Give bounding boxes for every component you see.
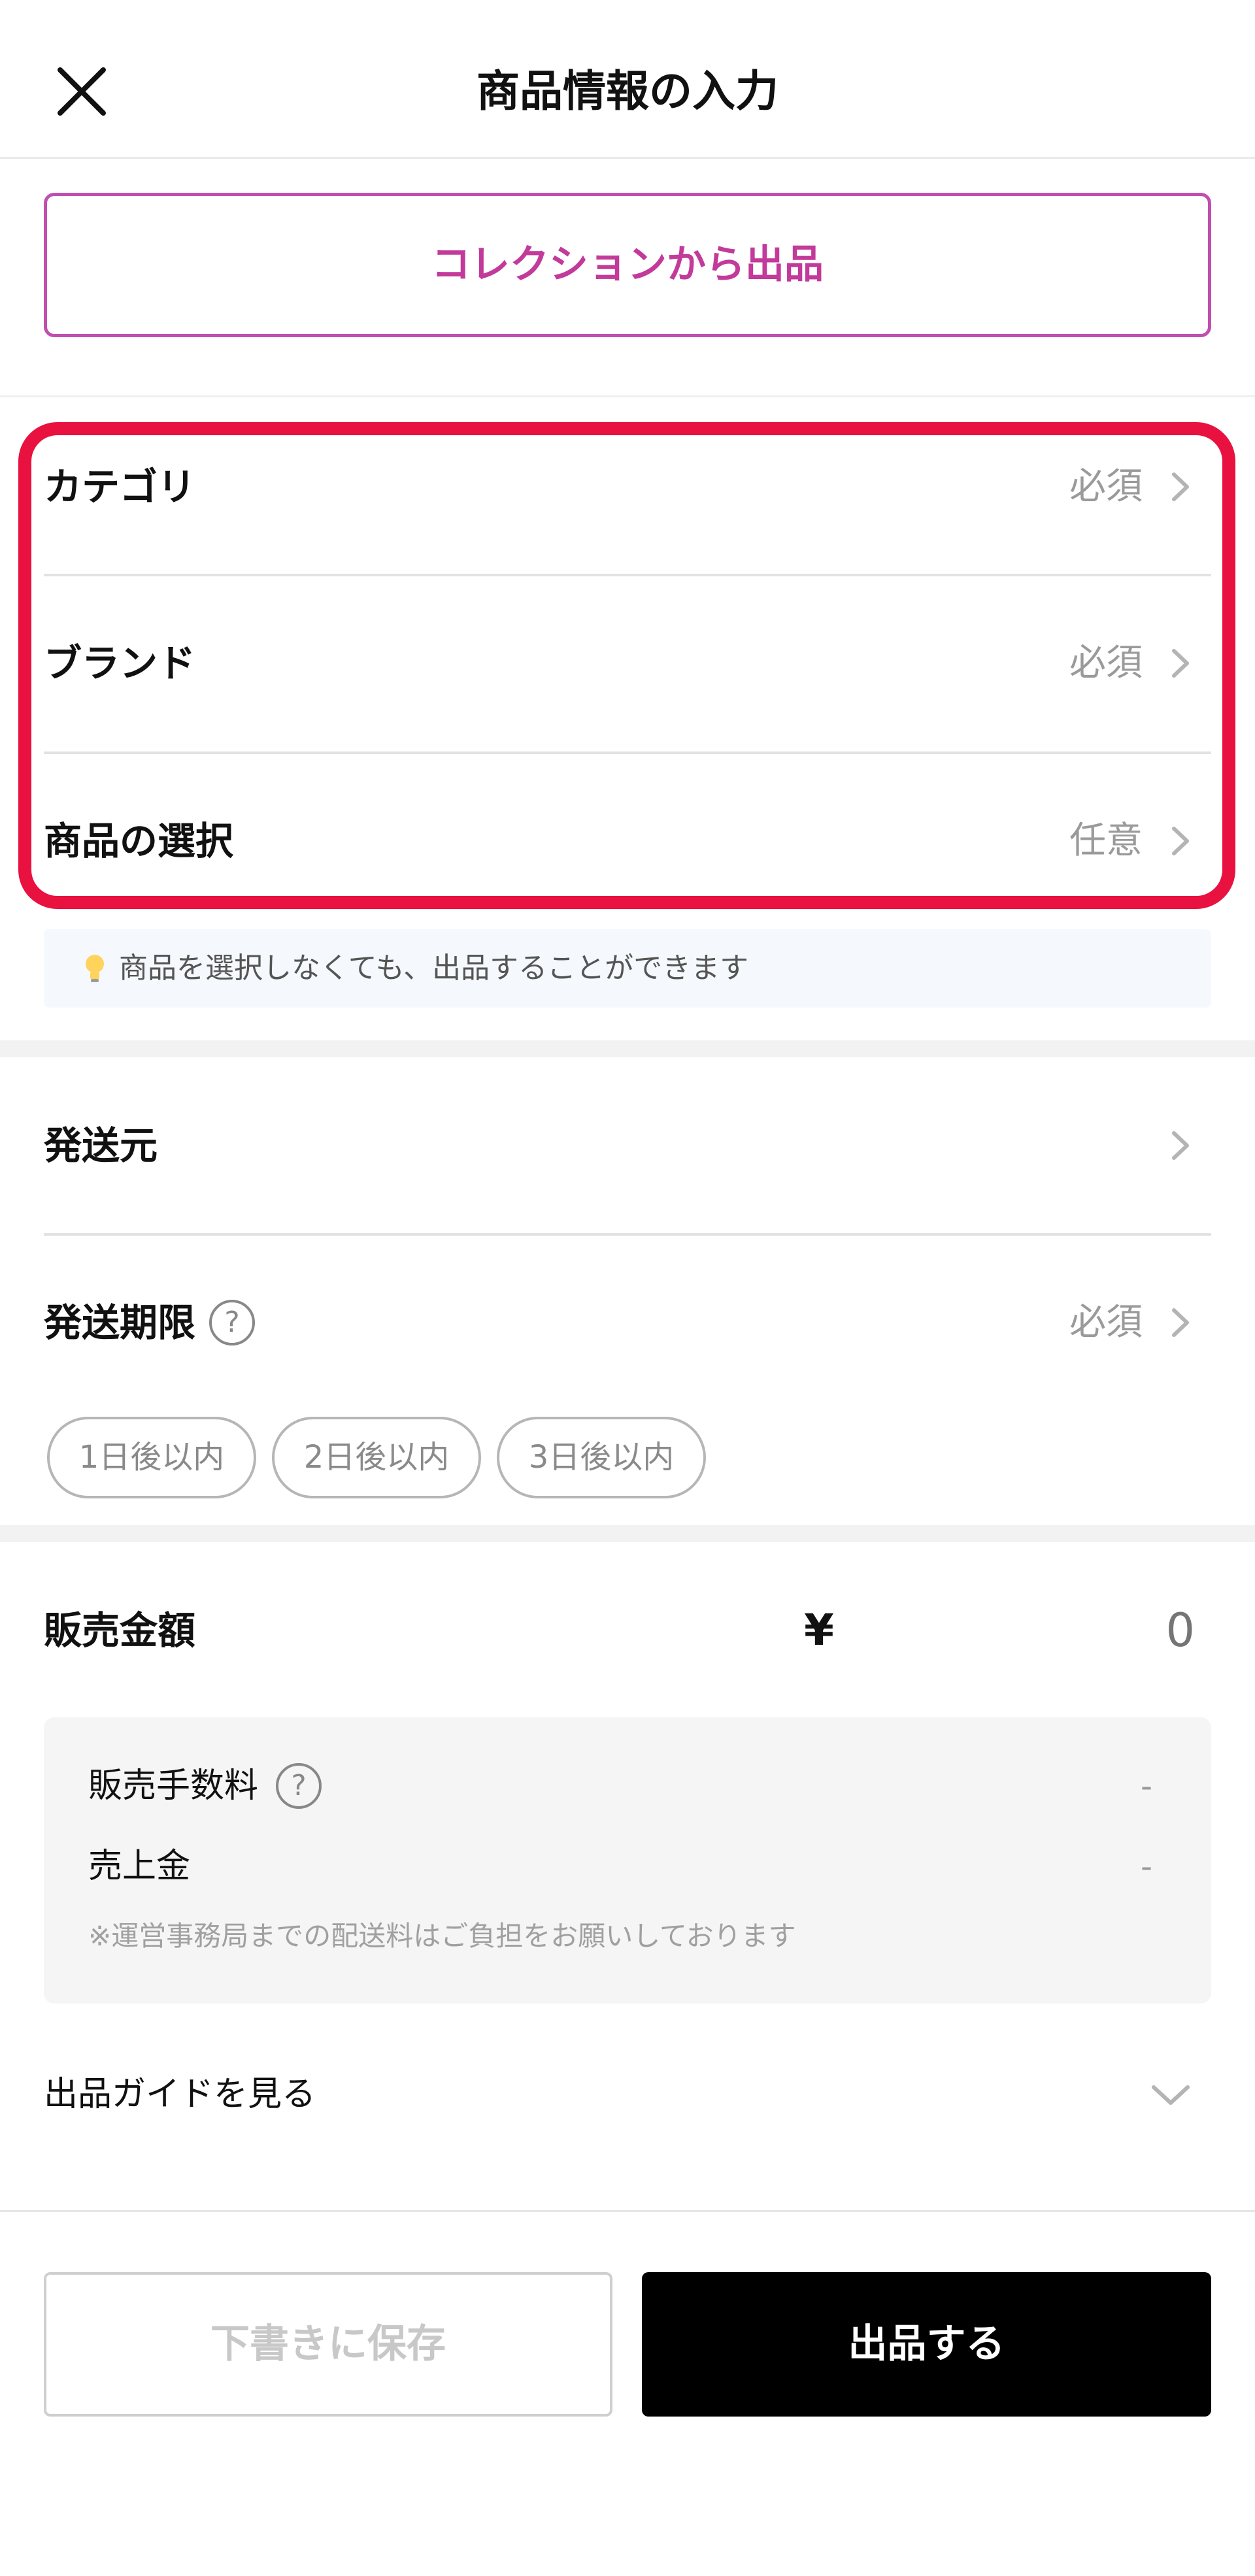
sales-fee-value: - [1140,1767,1152,1805]
lightbulb-icon [86,955,104,982]
submit-listing-button[interactable]: 出品する [642,2272,1211,2417]
chevron-right-icon [1172,649,1189,678]
deadline-option-2days[interactable]: 2日後以内 [272,1417,481,1498]
shipping-deadline-label: 発送期限 [44,1300,196,1345]
hint-banner: 商品を選択しなくても、出品することができます [44,929,1211,1008]
brand-label: ブランド [44,641,196,685]
help-icon[interactable]: ? [276,1763,322,1809]
product-select-optional: 任意 [1069,819,1143,862]
shipping-deadline-required: 必須 [1069,1301,1143,1344]
hint-text: 商品を選択しなくても、出品することができます [119,951,749,985]
collection-listing-button[interactable]: コレクションから出品 [44,193,1211,337]
product-select-row[interactable]: 商品の選択 任意 [44,753,1211,929]
chevron-right-icon [1172,472,1189,501]
chevron-right-icon [1172,1308,1189,1337]
fee-summary-box: 販売手数料 ? - 売上金 - ※運営事務局までの配送料はご負担をお願いしており… [44,1717,1211,2004]
section-divider [0,1040,1255,1057]
listing-guide-toggle[interactable]: 出品ガイドを見る [44,2058,1211,2130]
section-divider [0,1525,1255,1542]
brand-required: 必須 [1069,642,1143,684]
brand-row[interactable]: ブランド 必須 [44,575,1211,751]
chevron-right-icon [1172,1131,1189,1160]
shipping-origin-label: 発送元 [44,1123,158,1168]
shipping-origin-row[interactable]: 発送元 [44,1057,1211,1234]
listing-guide-label: 出品ガイドを見る [44,2075,316,2114]
sales-price-label: 販売金額 [44,1608,196,1653]
save-draft-button[interactable]: 下書きに保存 [44,2272,612,2417]
proceeds-value: - [1140,1847,1152,1885]
category-row[interactable]: カテゴリ 必須 [44,399,1211,575]
deadline-option-1day[interactable]: 1日後以内 [47,1417,256,1498]
shipping-fee-note: ※運営事務局までの配送料はご負担をお願いしております [88,1920,796,1952]
page-title: 商品情報の入力 [477,66,778,116]
shipping-deadline-row[interactable]: 発送期限 ? 必須 [44,1234,1211,1411]
sales-price-input[interactable] [876,1588,1203,1673]
deadline-option-3days[interactable]: 3日後以内 [497,1417,706,1498]
category-label: カテゴリ [44,465,196,509]
currency-symbol: ¥ [804,1605,834,1655]
footer-divider [0,2210,1255,2212]
category-required: 必須 [1069,465,1143,508]
chevron-down-icon [1152,2085,1190,2105]
header-bar: 商品情報の入力 [0,0,1255,159]
sales-fee-label: 販売手数料 [88,1766,259,1806]
help-icon[interactable]: ? [209,1300,255,1346]
product-select-label: 商品の選択 [44,819,234,863]
proceeds-label: 売上金 [88,1847,191,1886]
chevron-right-icon [1172,827,1189,855]
section-divider [0,395,1255,397]
